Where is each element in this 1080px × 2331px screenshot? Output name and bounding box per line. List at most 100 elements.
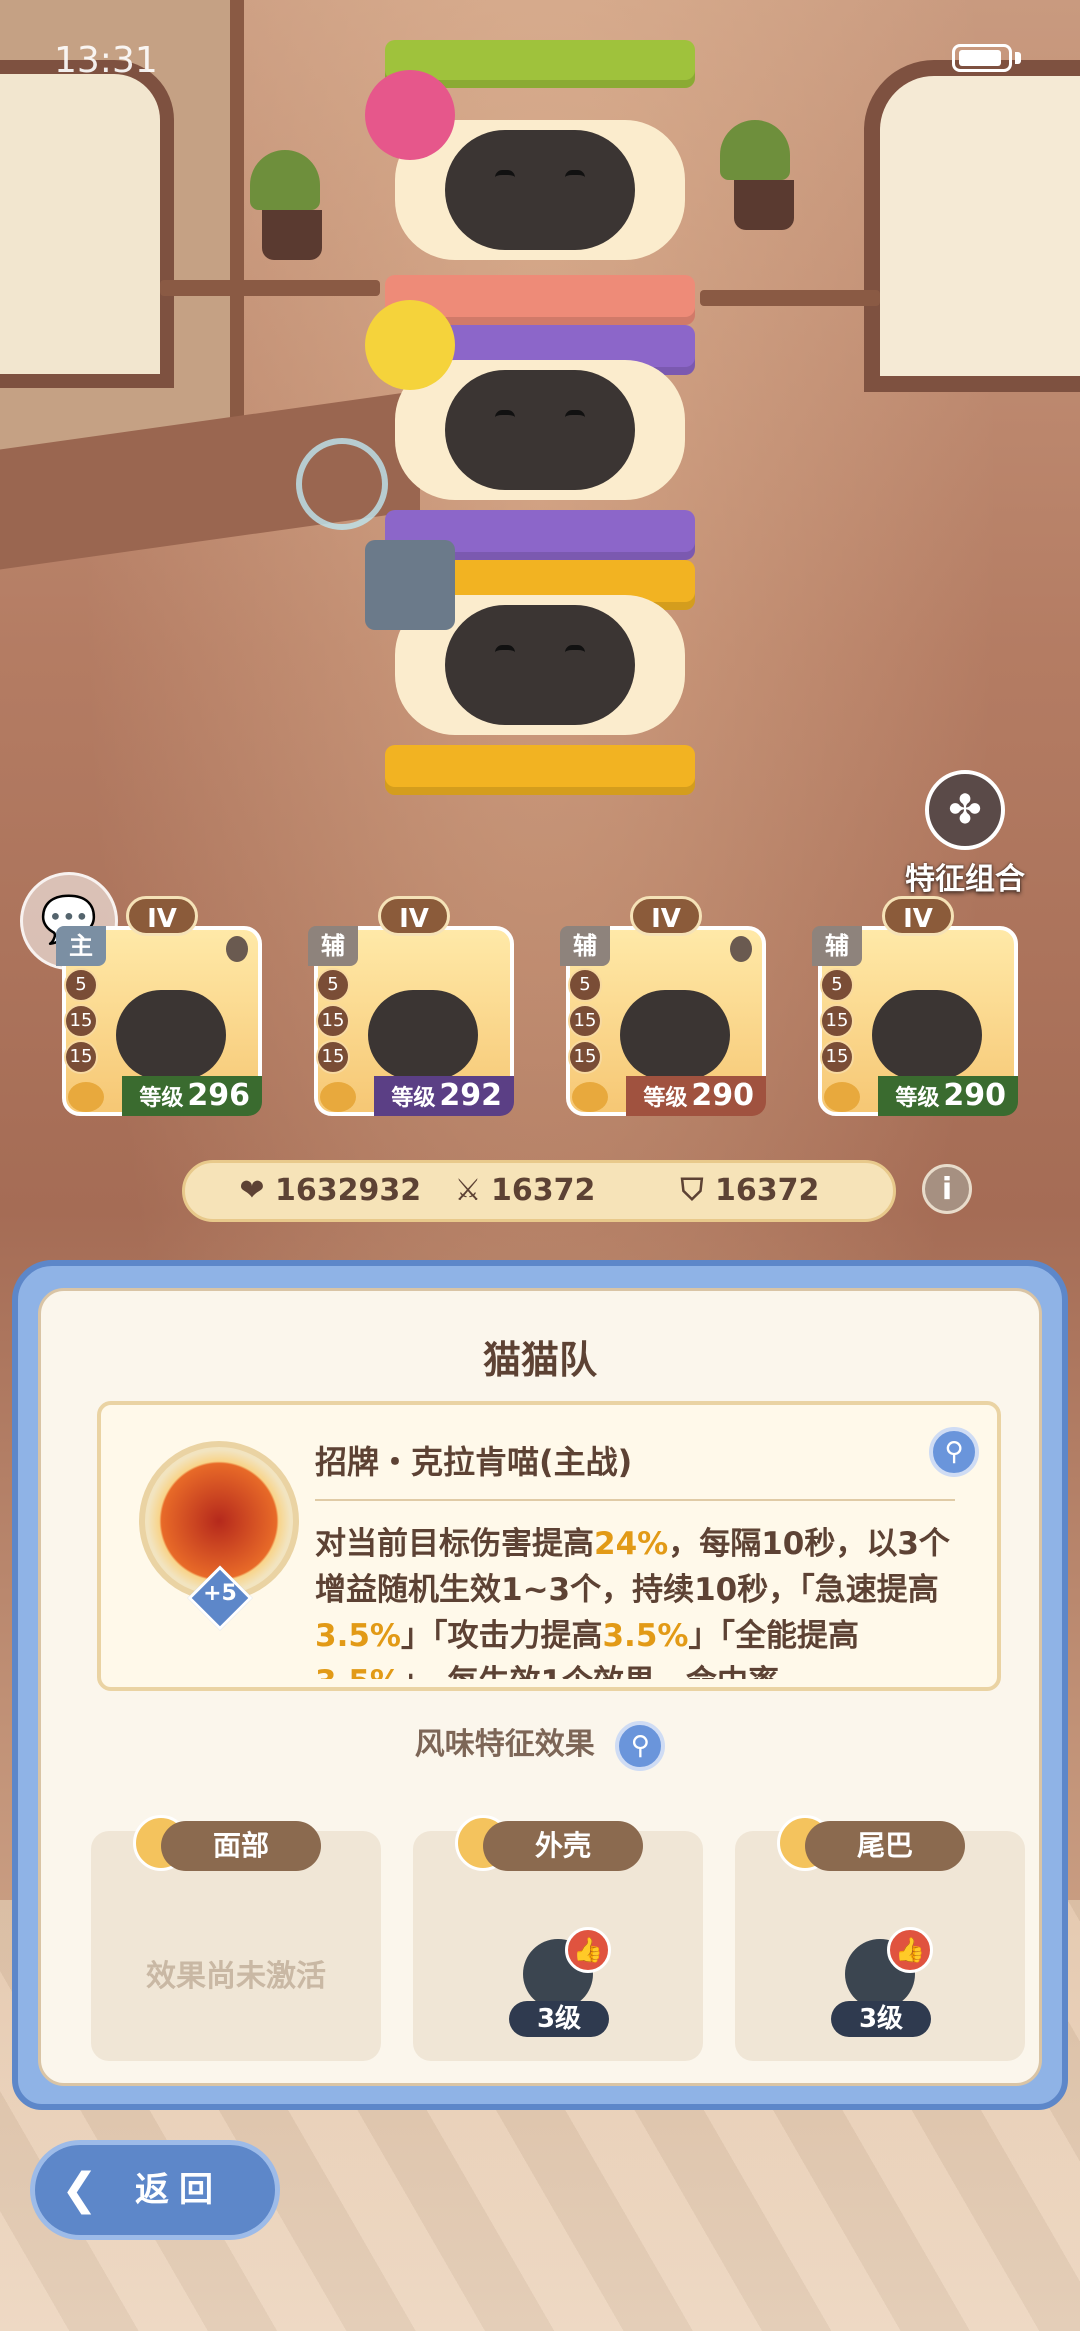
stat-badge: 5 xyxy=(316,968,350,1002)
cat-face xyxy=(445,605,635,725)
feature-slot-tail[interactable]: 尾巴 👍 3级 xyxy=(735,1815,1025,2061)
feature-inactive-text: 效果尚未激活 xyxy=(146,1959,326,1994)
level-value: 290 xyxy=(943,1078,1006,1113)
heart-icon: ❤ xyxy=(239,1173,265,1208)
desc-text: 」「全能提高 xyxy=(688,1618,859,1654)
skill-box: +5 招牌・克拉肯喵(主战) ⚲ 对当前目标伤害提高24%，每隔10秒，以3个增… xyxy=(97,1401,1001,1691)
heart-topping-icon xyxy=(365,70,455,160)
paw-icon xyxy=(572,1082,608,1112)
stat-badge: 15 xyxy=(568,1004,602,1038)
thumbs-up-icon: 👍 xyxy=(887,1927,933,1973)
battery-icon xyxy=(952,44,1012,72)
info-icon: i xyxy=(941,1172,953,1207)
features-zoom-button[interactable]: ⚲ xyxy=(615,1720,666,1771)
rank-badge: IV xyxy=(378,896,450,936)
team-card[interactable]: IV 主 5 15 15 等级 296 xyxy=(56,896,262,1126)
feature-level: 3级 xyxy=(509,2001,609,2037)
level-label: 等级 xyxy=(895,1086,940,1111)
lock-icon xyxy=(226,936,248,962)
level-bar: 等级 292 xyxy=(374,1076,514,1116)
level-bar: 等级 290 xyxy=(878,1076,1018,1116)
battery-tip xyxy=(1015,52,1021,64)
cat-portrait xyxy=(368,990,478,1080)
level-bar: 等级 296 xyxy=(122,1076,262,1116)
paw-icon xyxy=(824,1082,860,1112)
cat-portrait xyxy=(620,990,730,1080)
level-label: 等级 xyxy=(643,1086,688,1111)
feature-tag: 外壳 xyxy=(483,1821,643,1871)
team-card[interactable]: IV 辅 5 15 15 等级 292 xyxy=(308,896,514,1126)
skill-name: 招牌・克拉肯喵(主战) xyxy=(315,1443,633,1481)
crossed-swords-icon: ⚔ xyxy=(454,1173,482,1208)
level-label: 等级 xyxy=(391,1086,436,1111)
right-window xyxy=(864,60,1080,392)
panel-body: 猫猫队 +5 招牌・克拉肯喵(主战) ⚲ 对当前目标伤害提高24%，每隔10秒，… xyxy=(38,1288,1042,2086)
cat-portrait xyxy=(872,990,982,1080)
thumbs-up-icon: 👍 xyxy=(565,1927,611,1973)
highlight-value: 3.5% xyxy=(602,1618,689,1654)
highlight-value: 24% xyxy=(594,1526,669,1562)
team-card[interactable]: IV 辅 5 15 15 等级 290 xyxy=(812,896,1018,1126)
back-button-label: 返回 xyxy=(135,2170,223,2210)
back-arrow-icon: ❮ xyxy=(61,2164,98,2215)
magnifier-icon: ⚲ xyxy=(944,1437,964,1467)
plant-pot xyxy=(734,180,794,230)
cat-portrait xyxy=(116,990,226,1080)
stat-badges: 5 15 15 xyxy=(64,968,98,1076)
four-petal-icon: ✤ xyxy=(925,770,1005,850)
feature-tag: 面部 xyxy=(161,1821,321,1871)
rank-badge: IV xyxy=(126,896,198,936)
magnifier-icon: ⚲ xyxy=(630,1730,650,1761)
cat-cake-tower[interactable] xyxy=(365,0,705,820)
stat-badge: 5 xyxy=(64,968,98,1002)
defense-stat: ⛉ 16372 xyxy=(675,1163,820,1219)
stat-badge: 15 xyxy=(316,1040,350,1074)
cake-layer xyxy=(385,745,695,795)
stat-badges: 5 15 15 xyxy=(316,968,350,1076)
role-badge: 辅 xyxy=(812,926,862,966)
feature-combo-label: 特征组合 xyxy=(905,862,1025,897)
level-value: 292 xyxy=(439,1078,502,1113)
hp-stat: ❤ 1632932 xyxy=(235,1163,421,1219)
feature-level: 3级 xyxy=(831,2001,931,2037)
star-topping-icon xyxy=(365,300,455,390)
role-badge: 辅 xyxy=(560,926,610,966)
team-card[interactable]: IV 辅 5 15 15 等级 290 xyxy=(560,896,766,1126)
stat-badge: 5 xyxy=(820,968,854,1002)
attack-stat: ⚔ 16372 xyxy=(451,1163,596,1219)
team-panel: 猫猫队 +5 招牌・克拉肯喵(主战) ⚲ 对当前目标伤害提高24%，每隔10秒，… xyxy=(12,1260,1068,2110)
desc-text: 」「攻击力提高 xyxy=(400,1618,603,1654)
feature-combo-button[interactable]: ✤ 特征组合 xyxy=(900,770,1030,898)
desc-text: 对当前目标伤害提高 xyxy=(315,1526,594,1562)
bubble-decoration xyxy=(296,438,388,530)
rank-badge: IV xyxy=(630,896,702,936)
hp-value: 1632932 xyxy=(275,1173,422,1208)
plant-pot xyxy=(262,210,322,260)
cat-face xyxy=(445,370,635,490)
defense-value: 16372 xyxy=(715,1173,820,1208)
back-button[interactable]: ❮ 返回 xyxy=(30,2140,280,2240)
stat-badge: 15 xyxy=(64,1004,98,1038)
badge-topping-icon xyxy=(365,540,455,630)
flavor-features-title: 风味特征效果 ⚲ xyxy=(41,1719,1039,1771)
left-shelf xyxy=(160,280,380,296)
stat-badge: 15 xyxy=(820,1040,854,1074)
level-value: 296 xyxy=(187,1078,250,1113)
panel-title: 猫猫队 xyxy=(482,1338,597,1382)
level-value: 290 xyxy=(691,1078,754,1113)
left-window xyxy=(0,60,174,388)
stat-badge: 5 xyxy=(568,968,602,1002)
divider xyxy=(315,1499,955,1501)
paw-icon xyxy=(320,1082,356,1112)
feature-slot-shell[interactable]: 外壳 👍 3级 xyxy=(413,1815,703,2061)
stat-badge: 15 xyxy=(316,1004,350,1038)
feature-slot-face[interactable]: 面部 效果尚未激活 xyxy=(91,1815,381,2061)
skill-zoom-button[interactable]: ⚲ xyxy=(929,1427,979,1477)
info-button[interactable]: i xyxy=(922,1164,972,1214)
desc-text: 」，每生效1个效果，命中率 xyxy=(401,1664,779,1679)
skill-badge: +5 xyxy=(203,1581,237,1606)
plant xyxy=(720,120,790,180)
skill-description[interactable]: 对当前目标伤害提高24%，每隔10秒，以3个增益随机生效1~3个，持续10秒，「… xyxy=(315,1521,965,1679)
level-bar: 等级 290 xyxy=(626,1076,766,1116)
team-stats-bar: ❤ 1632932 ⚔ 16372 ⛉ 16372 xyxy=(182,1160,896,1222)
